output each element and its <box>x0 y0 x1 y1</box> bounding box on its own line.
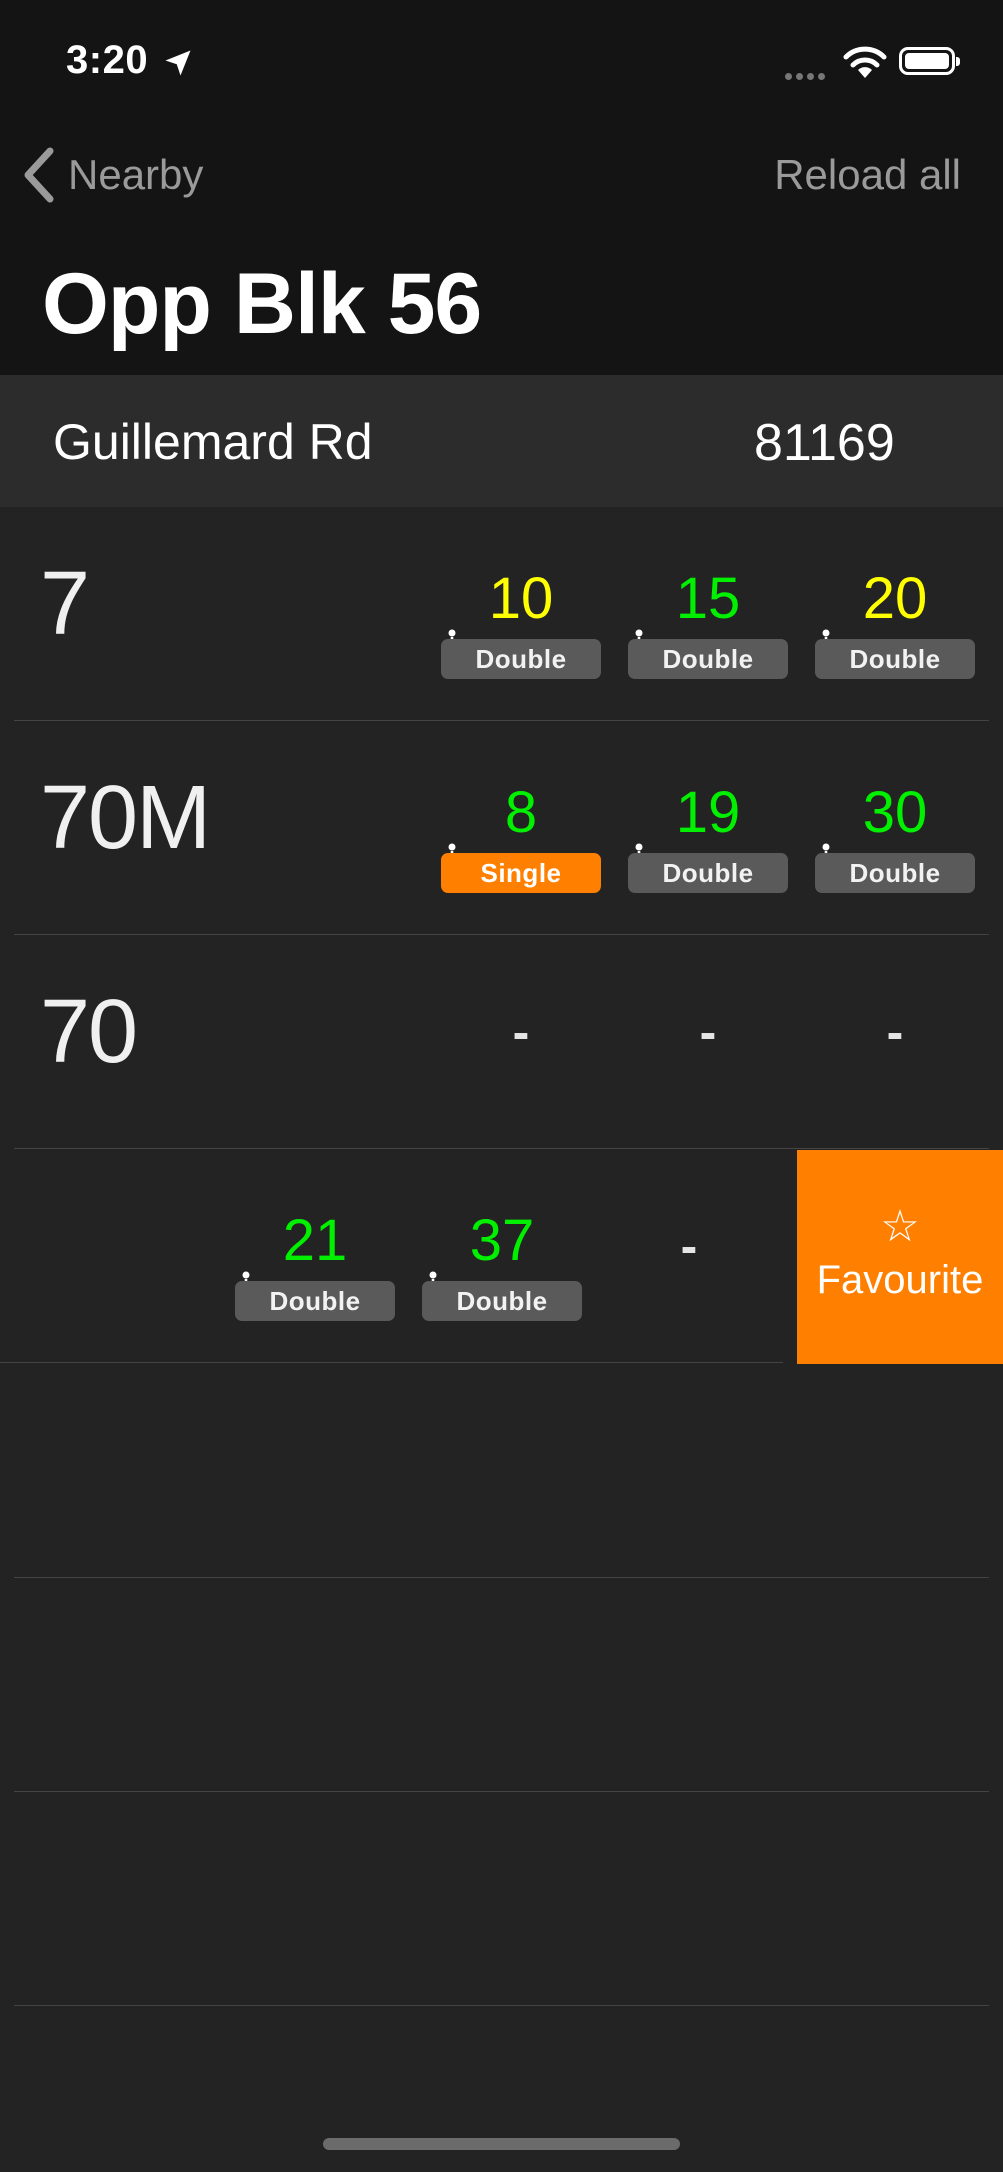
row-divider <box>0 1362 783 1363</box>
status-bar: 3:20 <box>0 0 1003 130</box>
deck-badge: Double <box>628 639 788 679</box>
arrival-slot: 37 Double <box>422 1179 582 1329</box>
row-divider <box>14 1791 989 1792</box>
arrival-minutes: 21 <box>282 1208 348 1273</box>
arrival-unavailable: - <box>512 1004 530 1060</box>
service-number: 70M <box>40 768 211 868</box>
row-divider <box>14 2005 989 2006</box>
stop-header: Guillemard Rd 81169 <box>0 375 1003 507</box>
arrival-slot: - <box>609 1179 769 1329</box>
stop-code: 81169 <box>754 414 895 472</box>
arrival-minutes: 15 <box>675 566 741 631</box>
chevron-left-icon <box>24 147 54 203</box>
arrival-minutes: 19 <box>675 780 741 845</box>
deck-badge: Double <box>628 853 788 893</box>
service-row[interactable]: 70 - - - <box>0 935 1003 1149</box>
arrival-slot: 10 Double <box>441 537 601 687</box>
back-button-label: Nearby <box>68 151 204 198</box>
back-button[interactable]: Nearby <box>20 145 203 205</box>
arrival-slot: 21 Double <box>235 1179 395 1329</box>
arrival-slot: 15 Double <box>628 537 788 687</box>
star-outline-icon: ☆ <box>880 1202 920 1251</box>
service-number: 70 <box>40 982 138 1082</box>
status-time: 3:20 <box>66 38 149 82</box>
deck-badge: Double <box>815 639 975 679</box>
arrival-minutes: 10 <box>488 566 554 631</box>
arrival-slot: 8 Single <box>441 751 601 901</box>
deck-badge: Double <box>441 639 601 679</box>
stop-road-name: Guillemard Rd <box>53 414 373 470</box>
location-arrow-icon <box>165 50 191 76</box>
arrival-unavailable: - <box>680 1218 698 1274</box>
arrival-slot: 20 Double <box>815 537 975 687</box>
wifi-icon <box>843 46 887 78</box>
arrival-unavailable: - <box>886 1004 904 1060</box>
arrival-minutes: 37 <box>469 1208 535 1273</box>
service-number: 7 <box>40 554 90 654</box>
favourite-swipe-button[interactable]: ☆ Favourite <box>797 1150 1003 1364</box>
arrival-minutes: 20 <box>862 566 928 631</box>
battery-icon <box>899 47 960 75</box>
arrival-minutes: 8 <box>504 780 538 845</box>
arrival-slot: - <box>628 965 788 1115</box>
arrival-unavailable: - <box>699 1004 717 1060</box>
favourite-label: Favourite <box>816 1258 984 1302</box>
page-title: Opp Blk 56 <box>42 256 482 352</box>
service-row[interactable]: 7 10 Double 15 Double 20 Double <box>0 507 1003 721</box>
home-indicator[interactable] <box>323 2138 680 2150</box>
service-row[interactable]: 70M 8 Single 19 Double 30 Double <box>0 721 1003 935</box>
arrival-slot: - <box>815 965 975 1115</box>
arrival-slot: 30 Double <box>815 751 975 901</box>
arrival-slot: 19 Double <box>628 751 788 901</box>
cellular-signal-icon <box>785 67 829 85</box>
deck-badge: Single <box>441 853 601 893</box>
arrival-slot: - <box>441 965 601 1115</box>
reload-all-button[interactable]: Reload all <box>774 151 961 199</box>
deck-badge: Double <box>815 853 975 893</box>
deck-badge: Double <box>235 1281 395 1321</box>
arrival-minutes: 30 <box>862 780 928 845</box>
row-divider <box>14 1577 989 1578</box>
deck-badge: Double <box>422 1281 582 1321</box>
